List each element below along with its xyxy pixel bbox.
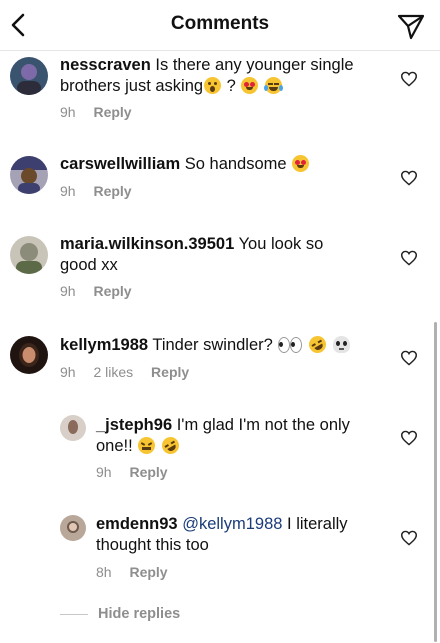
- heart-outline-icon[interactable]: [400, 350, 418, 366]
- comment-time: 9h: [60, 104, 76, 120]
- heart-eyes-emoji-icon: [241, 77, 259, 94]
- rofl-emoji-icon: [305, 332, 330, 357]
- avatar[interactable]: [60, 415, 86, 441]
- reply-button[interactable]: Reply: [151, 364, 189, 380]
- hide-replies-label: Hide replies: [98, 606, 181, 622]
- comment-text: kellym1988 Tinder swindler?: [60, 332, 360, 357]
- comment-body: So handsome: [184, 155, 287, 173]
- comment-body: Tinder swindler?: [152, 336, 273, 354]
- reply-button[interactable]: Reply: [93, 104, 131, 120]
- comment-meta: 9h Reply: [60, 283, 146, 299]
- reply-item: emdenn93 @kellym1988 I literally thought…: [0, 505, 440, 590]
- comment-text: _jsteph96 I'm glad I'm not the only one!…: [96, 415, 381, 458]
- avatar[interactable]: [10, 336, 48, 374]
- comment-username[interactable]: maria.wilkinson.39501: [60, 235, 234, 253]
- heart-outline-icon[interactable]: [400, 71, 418, 87]
- comment-text: maria.wilkinson.39501 You look so good x…: [60, 234, 360, 276]
- comment-body-suffix: ?: [226, 77, 236, 95]
- reply-button[interactable]: Reply: [129, 564, 167, 580]
- comment-time: 9h: [60, 364, 76, 380]
- avatar[interactable]: [10, 236, 48, 274]
- comment-username[interactable]: carswellwilliam: [60, 155, 180, 173]
- comment-text: carswellwilliam So handsome: [60, 154, 360, 175]
- rofl-emoji-icon: [158, 433, 183, 458]
- comment-username[interactable]: nesscraven: [60, 56, 151, 74]
- eyes-emoji-icon: [278, 336, 303, 353]
- heart-eyes-emoji-icon: [292, 155, 310, 172]
- header-bar: Comments: [0, 0, 440, 51]
- comment-time: 9h: [60, 283, 76, 299]
- divider: [60, 613, 88, 615]
- comment-item: maria.wilkinson.39501 You look so good x…: [0, 225, 440, 310]
- comment-time: 9h: [60, 183, 76, 199]
- mention-link[interactable]: @kellym1988: [182, 515, 282, 533]
- heart-outline-icon[interactable]: [400, 530, 418, 546]
- comment-time: 9h: [96, 464, 112, 480]
- comment-text: emdenn93 @kellym1988 I literally thought…: [96, 514, 381, 556]
- comment-username[interactable]: kellym1988: [60, 336, 148, 354]
- reply-button[interactable]: Reply: [93, 283, 131, 299]
- comment-time: 8h: [96, 564, 112, 580]
- comment-meta: 9h Reply: [96, 464, 182, 480]
- joy-emoji-icon: [264, 77, 284, 94]
- share-button[interactable]: [396, 11, 426, 41]
- avatar[interactable]: [10, 156, 48, 194]
- comment-meta: 9h Reply: [60, 104, 146, 120]
- comment-meta: 8h Reply: [96, 564, 182, 580]
- hide-replies-button[interactable]: Hide replies: [60, 604, 180, 624]
- heart-outline-icon[interactable]: [400, 250, 418, 266]
- confounded-emoji-icon: [138, 437, 156, 454]
- comment-item: kellym1988 Tinder swindler? 9h 2 likes R…: [0, 325, 440, 395]
- comment-meta: 9h Reply: [60, 183, 146, 199]
- comment-text: nesscraven Is there any younger single b…: [60, 55, 360, 97]
- reply-button[interactable]: Reply: [129, 464, 167, 480]
- heart-outline-icon[interactable]: [400, 170, 418, 186]
- comment-username[interactable]: emdenn93: [96, 515, 178, 533]
- comment-item: carswellwilliam So handsome 9h Reply: [0, 140, 440, 210]
- paper-plane-icon: [397, 14, 425, 40]
- comment-username[interactable]: _jsteph96: [96, 416, 172, 434]
- astonished-emoji-icon: [204, 77, 222, 94]
- avatar[interactable]: [60, 515, 86, 541]
- skull-emoji-icon: [332, 336, 350, 353]
- comment-meta: 9h 2 likes Reply: [60, 364, 203, 380]
- likes-count[interactable]: 2 likes: [93, 364, 133, 380]
- page-title: Comments: [170, 13, 270, 34]
- reply-button[interactable]: Reply: [93, 183, 131, 199]
- comment-item: nesscraven Is there any younger single b…: [0, 50, 440, 130]
- scrollbar[interactable]: [434, 322, 437, 642]
- avatar[interactable]: [10, 57, 48, 95]
- reply-item: _jsteph96 I'm glad I'm not the only one!…: [0, 405, 440, 490]
- heart-outline-icon[interactable]: [400, 430, 418, 446]
